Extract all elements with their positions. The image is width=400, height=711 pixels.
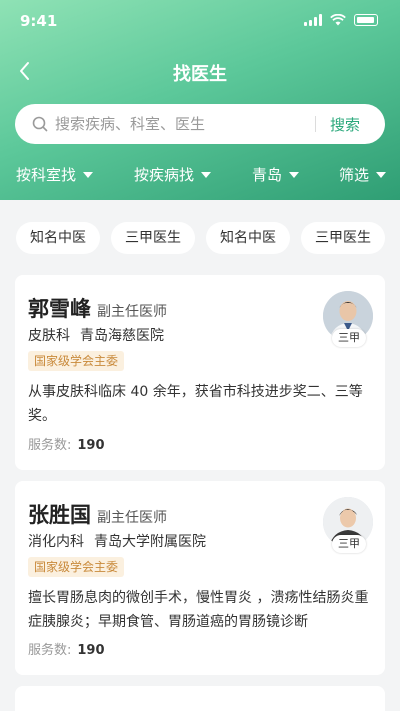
- doctor-card-partial[interactable]: [15, 686, 385, 711]
- tag-chip[interactable]: 三甲医生: [111, 222, 195, 254]
- served-number: 190: [77, 643, 105, 658]
- filter-label: 按科室找: [16, 166, 77, 184]
- filter-city[interactable]: 青岛: [252, 164, 300, 185]
- battery-icon: [354, 14, 378, 26]
- search-button[interactable]: 搜索: [330, 114, 360, 135]
- doctor-avatar: 三甲: [323, 291, 375, 349]
- hospital-level-badge: 三甲: [332, 329, 366, 347]
- served-number: 190: [77, 438, 105, 453]
- filter-screen[interactable]: 筛选: [339, 164, 387, 185]
- search-divider: [315, 116, 316, 132]
- doctor-name: 郭雪峰: [28, 297, 91, 321]
- doctor-intro: 从事皮肤科临床 40 余年，获省市科技进步奖二、三等奖。: [28, 384, 363, 424]
- served-count: 服务数: 190: [28, 434, 105, 453]
- caret-down-icon: [201, 171, 212, 178]
- hospital-name: 青岛大学附属医院: [94, 534, 206, 550]
- hospital-name: 青岛海慈医院: [80, 328, 164, 344]
- signal-icon: [304, 14, 322, 26]
- header: 9:41 找医生 搜索 按科室找: [0, 0, 400, 200]
- nav-bar: 找医生: [0, 52, 400, 92]
- doctor-department: 消化内科 青岛大学附属医院: [28, 531, 206, 551]
- served-label: 服务数:: [28, 438, 72, 453]
- quick-tags: 知名中医 三甲医生 知名中医 三甲医生: [0, 222, 400, 254]
- tag-chip[interactable]: 知名中医: [16, 222, 100, 254]
- doctor-department: 皮肤科 青岛海慈医院: [28, 325, 164, 345]
- page-title: 找医生: [173, 64, 227, 85]
- doctor-intro: 擅长胃肠息肉的微创手术，慢性胃炎 ，溃疡性结肠炎重症胰腺炎；早期食管、胃肠道癌的…: [28, 590, 369, 630]
- filter-by-department[interactable]: 按科室找: [16, 164, 94, 185]
- filter-label: 筛选: [339, 166, 370, 184]
- filter-by-disease[interactable]: 按疾病找: [134, 164, 212, 185]
- caret-down-icon: [289, 171, 300, 178]
- doctor-list-area: 知名中医 三甲医生 知名中医 三甲医生 郭雪峰 副主任医师 皮肤科 青岛海慈医院 …: [0, 200, 400, 711]
- status-bar: 9:41: [0, 0, 400, 44]
- status-icons: [304, 14, 378, 26]
- tag-chip[interactable]: 知名中医: [206, 222, 290, 254]
- wifi-icon: [330, 14, 346, 26]
- department-name: 皮肤科: [28, 328, 70, 344]
- filter-label: 青岛: [252, 166, 283, 184]
- status-time: 9:41: [20, 12, 58, 30]
- doctor-tag-badge: 国家级学会主委: [28, 351, 125, 371]
- served-label: 服务数:: [28, 643, 72, 658]
- search-input[interactable]: [55, 115, 315, 133]
- search-bar: 搜索: [15, 104, 385, 144]
- doctor-card[interactable]: 张胜国 副主任医师 消化内科 青岛大学附属医院 国家级学会主委 擅长胃肠息肉的微创…: [15, 481, 385, 675]
- doctor-title: 副主任医师: [97, 510, 167, 526]
- department-name: 消化内科: [28, 534, 84, 550]
- doctor-name: 张胜国: [28, 503, 91, 527]
- hospital-level-badge: 三甲: [332, 535, 366, 553]
- filter-label: 按疾病找: [134, 166, 195, 184]
- tag-chip[interactable]: 三甲医生: [301, 222, 385, 254]
- filter-bar: 按科室找 按疾病找 青岛 筛选: [0, 164, 400, 190]
- doctor-tag-badge: 国家级学会主委: [28, 557, 125, 577]
- search-icon: [32, 116, 48, 132]
- doctor-avatar: 三甲: [323, 497, 375, 555]
- doctor-card[interactable]: 郭雪峰 副主任医师 皮肤科 青岛海慈医院 国家级学会主委 从事皮肤科临床 40 余…: [15, 275, 385, 470]
- doctor-title: 副主任医师: [97, 304, 167, 320]
- served-count: 服务数: 190: [28, 639, 105, 658]
- caret-down-icon: [83, 171, 94, 178]
- caret-down-icon: [376, 171, 387, 178]
